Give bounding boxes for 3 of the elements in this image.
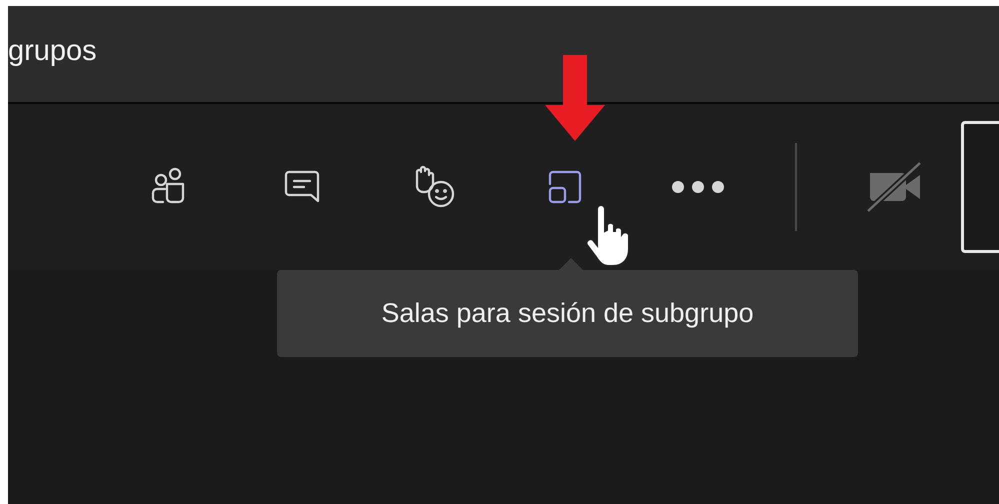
tooltip-text: Salas para sesión de subgrupo bbox=[381, 298, 754, 329]
window-title: grupos bbox=[8, 34, 97, 68]
camera-off-icon bbox=[864, 159, 924, 215]
